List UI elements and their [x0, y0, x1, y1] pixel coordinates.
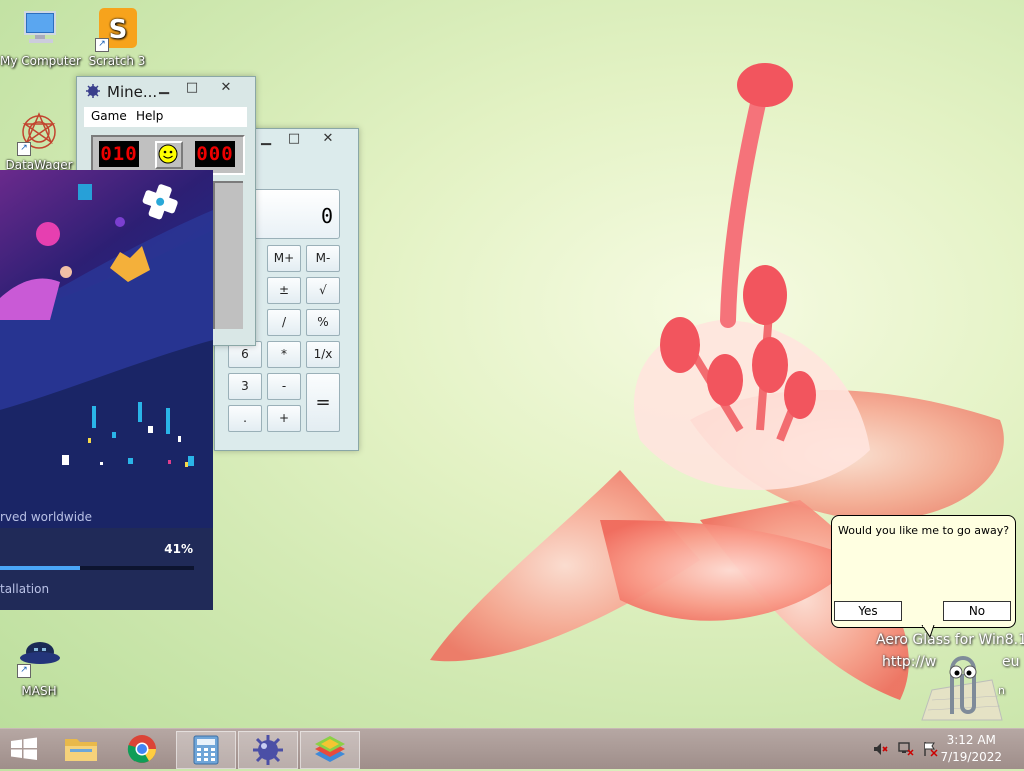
installer-copyright: rved worldwide: [0, 510, 93, 524]
calc-button-equals[interactable]: =: [306, 373, 340, 432]
folder-icon: [65, 739, 97, 761]
calc-button-multiply[interactable]: *: [267, 341, 301, 368]
clock-time: 3:12 AM: [946, 733, 996, 747]
installer-footer: 41% tallation: [0, 528, 213, 610]
clippy-question: Would you like me to go away?: [838, 524, 1010, 537]
shortcut-arrow-icon: ↗: [95, 38, 109, 52]
smiley-icon: [158, 144, 178, 164]
calc-button-decimal[interactable]: .: [228, 405, 262, 432]
maximize-button[interactable]: □: [281, 131, 307, 147]
calc-button-reciprocal[interactable]: 1/x: [306, 341, 340, 368]
volume-muted-icon[interactable]: [872, 741, 888, 761]
yes-button[interactable]: Yes: [834, 601, 902, 621]
menu-help[interactable]: Help: [136, 109, 163, 123]
calc-button-add[interactable]: +: [267, 405, 301, 432]
network-icon[interactable]: [898, 741, 914, 761]
paperclip-icon: [921, 656, 1003, 721]
close-button[interactable]: ✕: [213, 80, 239, 96]
timer-display: 000: [195, 141, 235, 167]
progress-track: [0, 566, 194, 570]
calc-button-m-plus[interactable]: M+: [267, 245, 301, 272]
no-button[interactable]: No: [943, 601, 1011, 621]
minesweeper-menubar: Game Help: [84, 107, 247, 127]
close-button[interactable]: ✕: [315, 131, 341, 147]
calc-button-plus-minus[interactable]: ±: [267, 277, 301, 304]
menu-game[interactable]: Game: [91, 109, 127, 123]
desktop-icon-scratch[interactable]: S ↗ Scratch 3: [78, 8, 156, 68]
installer-status: tallation: [0, 582, 50, 596]
shortcut-arrow-icon: ↗: [17, 664, 31, 678]
minesweeper-titlebar[interactable]: Mine... ▁ □ ✕: [77, 77, 255, 105]
calculator-display-value: 0: [320, 204, 333, 228]
system-clock[interactable]: 3:12 AM 7/19/2022: [940, 732, 1002, 766]
taskbar-file-explorer[interactable]: [52, 731, 110, 767]
taskbar-chrome[interactable]: [113, 731, 171, 767]
taskbar-bluestacks[interactable]: [300, 731, 360, 769]
minesweeper-title: Mine...: [107, 83, 158, 101]
shortcut-arrow-icon: ↗: [17, 142, 31, 156]
installer-artwork: [0, 170, 213, 530]
mine-app-icon: [85, 83, 101, 102]
desktop-icon-mash[interactable]: ↗ MASH: [0, 638, 78, 698]
taskbar-minesweeper[interactable]: [238, 731, 298, 769]
bluestacks-icon: [315, 736, 345, 762]
clock-date: 7/19/2022: [940, 750, 1002, 764]
scratch-icon: S ↗: [93, 8, 141, 52]
mash-icon: ↗: [15, 638, 63, 682]
datawager-icon: ↗: [15, 112, 63, 156]
mine-counter: 010: [99, 141, 139, 167]
svg-text:S: S: [109, 15, 128, 45]
desktop-icon-my-computer[interactable]: My Computer: [0, 8, 81, 68]
smiley-face-button[interactable]: [155, 141, 183, 169]
calc-button-subtract[interactable]: -: [267, 373, 301, 400]
start-button[interactable]: [0, 731, 48, 767]
minefield[interactable]: [213, 181, 243, 329]
clippy-balloon-tail-icon: [921, 625, 935, 639]
installer-window[interactable]: rved worldwide 41% tallation: [0, 170, 213, 610]
taskbar: 3:12 AM 7/19/2022: [0, 728, 1024, 769]
mine-icon: [253, 735, 283, 765]
progress-percent: 41%: [164, 542, 193, 556]
minimize-button[interactable]: ▁: [151, 80, 177, 96]
minesweeper-header-panel: 010 000: [91, 135, 245, 175]
desktop-icon-datawager[interactable]: ↗ DataWager: [0, 112, 78, 172]
progress-fill: [0, 566, 80, 570]
clippy-balloon: Would you like me to go away? Yes No: [831, 515, 1016, 628]
maximize-button[interactable]: □: [179, 80, 205, 96]
computer-icon: [15, 8, 63, 52]
windows-logo-icon: [11, 737, 37, 760]
calc-button-divide[interactable]: /: [267, 309, 301, 336]
taskbar-calculator[interactable]: [176, 731, 236, 769]
calc-button-percent[interactable]: %: [306, 309, 340, 336]
calculator-icon: [193, 735, 219, 765]
chrome-icon: [127, 735, 156, 763]
calc-button-sqrt[interactable]: √: [306, 277, 340, 304]
calc-button-3[interactable]: 3: [228, 373, 262, 400]
calc-button-m-minus[interactable]: M-: [306, 245, 340, 272]
clippy-assistant[interactable]: [912, 640, 1012, 724]
minimize-button[interactable]: ▁: [253, 131, 279, 147]
action-center-flag-icon[interactable]: [922, 741, 938, 761]
